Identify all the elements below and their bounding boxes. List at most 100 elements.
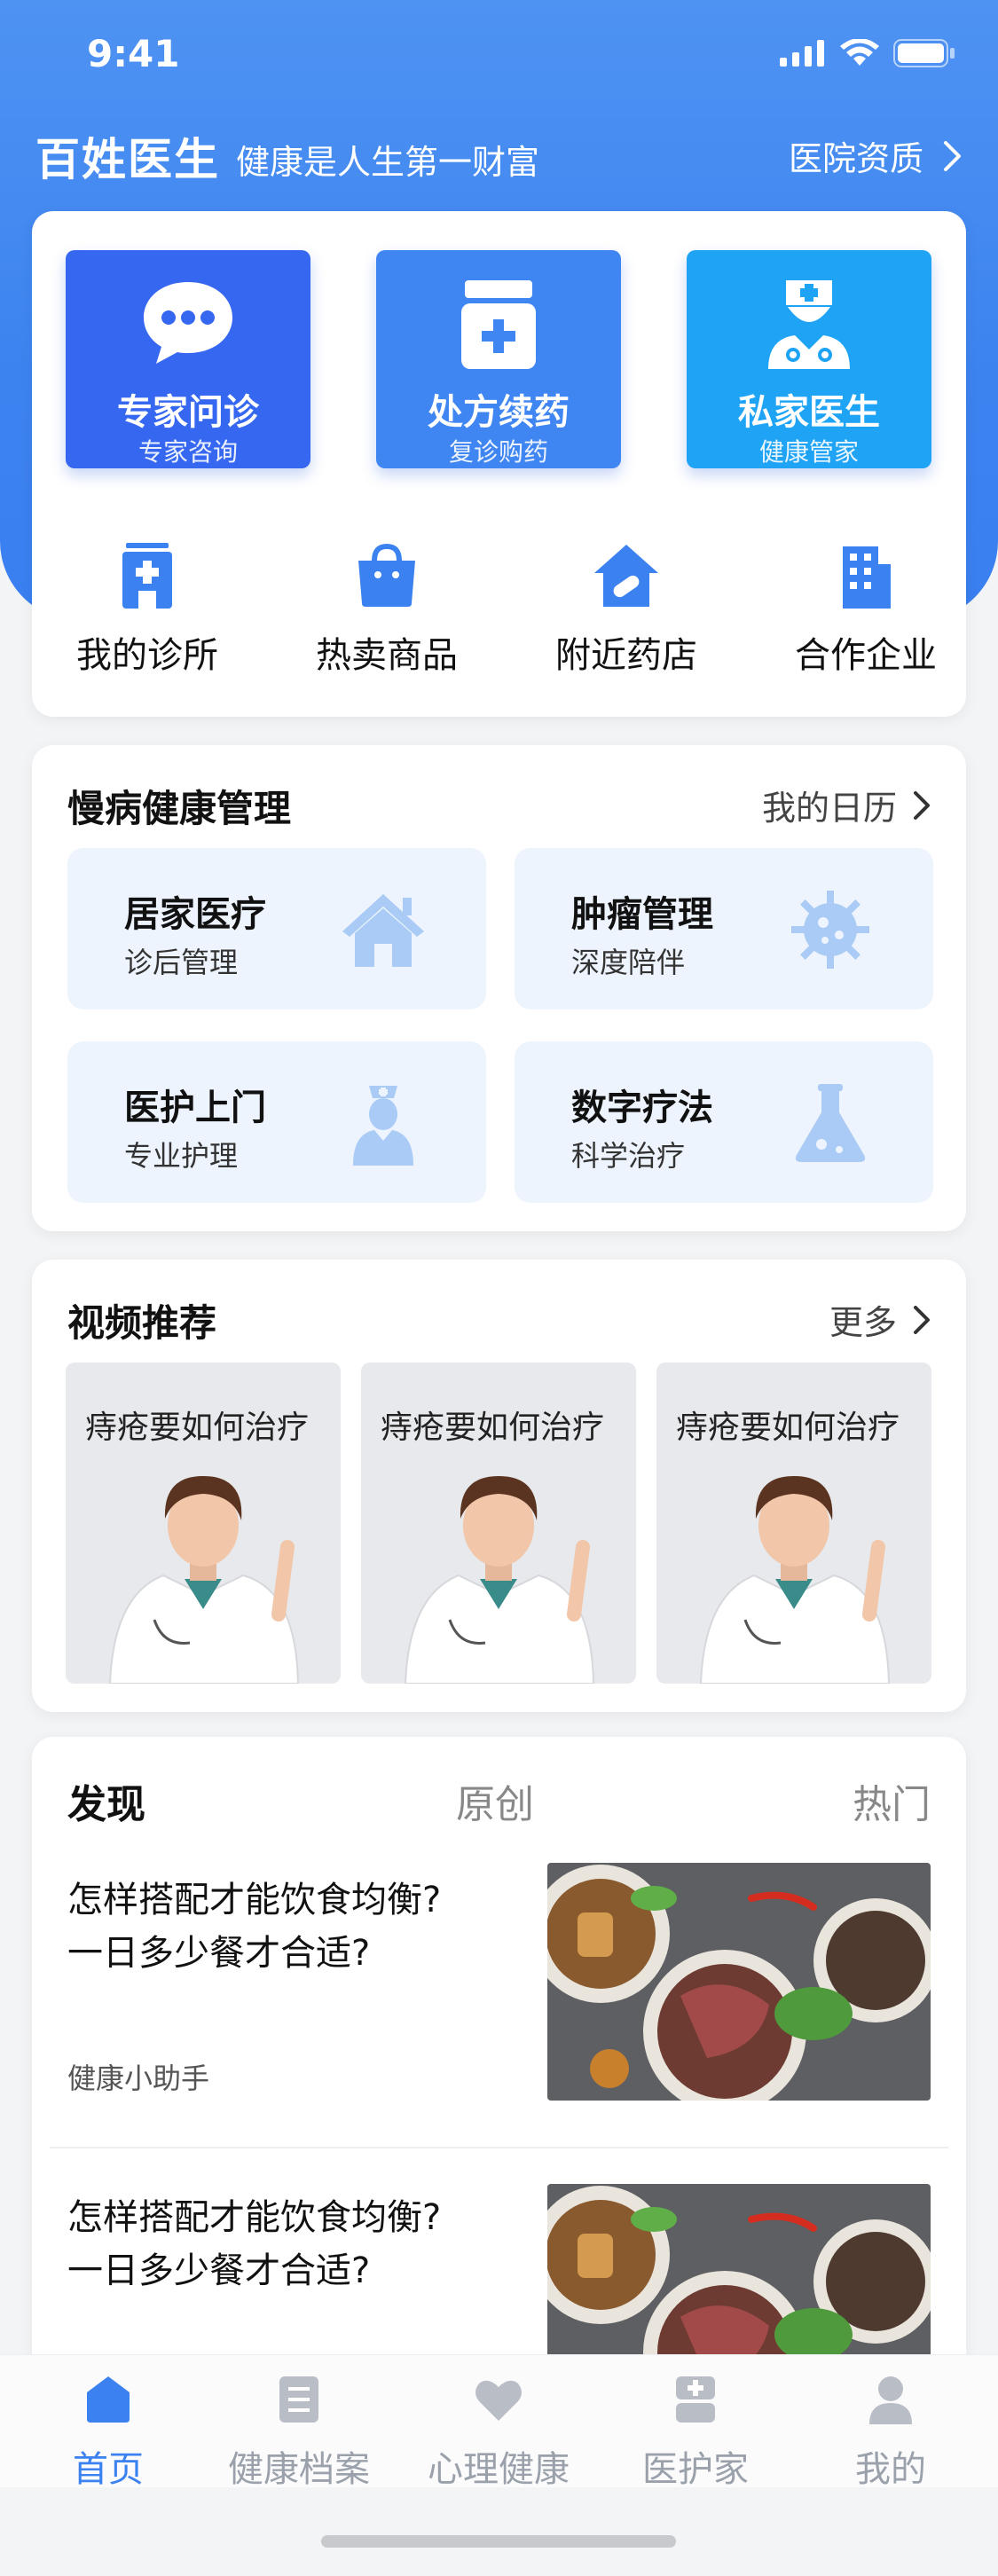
- prescription-refill-subtitle: 复诊购药: [448, 437, 548, 467]
- heart-icon: [475, 2380, 522, 2421]
- prescription-refill-button[interactable]: 处方续药 复诊购药: [376, 250, 621, 468]
- article-divider: [50, 2147, 948, 2148]
- tab-mental-health-label: 心理健康: [428, 2449, 570, 2490]
- home-care-tile[interactable]: 居家医疗 诊后管理: [67, 848, 486, 1009]
- nearby-pharmacy-label: 附近药店: [555, 635, 697, 676]
- battery-icon: [893, 39, 955, 67]
- digital-therapy-subtitle: 科学治疗: [571, 1139, 686, 1173]
- tab-health-records[interactable]: 健康档案: [210, 2373, 388, 2492]
- chronic-care-card: 慢病健康管理 我的日历 居家医疗 诊后管理 肿瘤管理 深度陪伴 医护上门 专业护…: [32, 745, 966, 1231]
- bottom-tab-bar: 首页 健康档案 心理健康 医护家 我的: [0, 2354, 998, 2490]
- home-nursing-tile[interactable]: 医护上门 专业护理: [67, 1041, 486, 1203]
- video-card[interactable]: 痔疮要如何治疗: [361, 1363, 636, 1684]
- tab-home-label: 首页: [73, 2449, 144, 2490]
- tumor-management-subtitle: 深度陪伴: [571, 946, 686, 979]
- digital-therapy-title: 数字疗法: [571, 1088, 713, 1128]
- more-videos-label: 更多: [829, 1303, 897, 1342]
- private-doctor-button[interactable]: 私家医生 健康管家: [687, 250, 931, 468]
- tumor-management-tile[interactable]: 肿瘤管理 深度陪伴: [515, 848, 933, 1009]
- flask-icon: [795, 1084, 866, 1162]
- article-title: 怎样搭配才能饮食均衡? 一日多少餐才合适?: [67, 1873, 493, 1980]
- doctor-thumbnail: [108, 1476, 300, 1684]
- house-icon: [342, 894, 424, 967]
- home-nursing-subtitle: 专业护理: [124, 1139, 239, 1173]
- article-title-line1: 怎样搭配才能饮食均衡?: [67, 1880, 442, 1920]
- status-time: 9:41: [87, 32, 180, 75]
- nearby-pharmacy-button[interactable]: 附近药店: [538, 539, 715, 678]
- wifi-icon: [840, 39, 879, 66]
- article-title-line2: 一日多少餐才合适?: [67, 2250, 371, 2291]
- user-icon: [869, 2376, 912, 2424]
- chat-bubble-icon: [144, 282, 232, 364]
- article-author: 健康小助手: [67, 2062, 210, 2095]
- home-care-subtitle: 诊后管理: [124, 946, 239, 979]
- nurse-icon: [353, 1086, 413, 1166]
- shopping-bag-icon: [358, 543, 415, 607]
- chevron-right-icon: [944, 140, 961, 171]
- article-title-line2: 一日多少餐才合适?: [67, 1933, 371, 1974]
- home-indicator-area: [0, 2487, 998, 2576]
- home-nursing-title: 医护上门: [124, 1088, 266, 1128]
- hospital-qualification-link[interactable]: 医院资质: [789, 131, 963, 180]
- private-doctor-subtitle: 健康管家: [758, 437, 859, 467]
- chevron-right-icon: [914, 790, 930, 820]
- prescription-refill-title: 处方续药: [428, 392, 570, 433]
- tumor-management-title: 肿瘤管理: [571, 894, 713, 935]
- home-care-title: 居家医疗: [124, 894, 266, 935]
- partner-companies-button[interactable]: 合作企业: [777, 539, 955, 678]
- video-card[interactable]: 痔疮要如何治疗: [656, 1363, 931, 1684]
- tab-hot[interactable]: 热门: [853, 1772, 931, 1829]
- tab-medical-care-label: 医护家: [642, 2449, 749, 2490]
- discover-title: 发现: [67, 1782, 145, 1827]
- document-icon: [279, 2376, 318, 2423]
- food-image: [547, 1863, 931, 2101]
- expert-consult-title: 专家问诊: [117, 392, 259, 433]
- chevron-right-icon: [914, 1305, 930, 1334]
- article-title: 怎样搭配才能饮食均衡? 一日多少餐才合适?: [67, 2191, 493, 2297]
- tab-home[interactable]: 首页: [20, 2373, 197, 2492]
- clinic-icon: [122, 543, 172, 609]
- status-bar: 9:41: [0, 0, 998, 106]
- my-clinic-label: 我的诊所: [76, 635, 218, 676]
- app-slogan: 健康是人生第一财富: [236, 143, 540, 182]
- video-card[interactable]: 痔疮要如何治疗: [66, 1363, 341, 1684]
- pharmacy-icon: [594, 545, 658, 607]
- tab-profile-label: 我的: [855, 2449, 926, 2490]
- discover-card: 发现 原创 热门 怎样搭配才能饮食均衡? 一日多少餐才合适? 健康小助手 怎样搭…: [32, 1737, 966, 2422]
- tab-mental-health[interactable]: 心理健康: [410, 2373, 587, 2492]
- private-doctor-title: 私家医生: [738, 392, 880, 433]
- more-videos-link[interactable]: 更多: [829, 1295, 931, 1344]
- app-name: 百姓医生: [35, 134, 220, 185]
- medical-kit-icon: [676, 2376, 715, 2423]
- expert-consult-subtitle: 专家咨询: [138, 437, 238, 467]
- doctor-thumbnail: [404, 1476, 595, 1684]
- hospital-link-label: 医院资质: [788, 139, 923, 178]
- digital-therapy-tile[interactable]: 数字疗法 科学治疗: [515, 1041, 933, 1203]
- tab-profile[interactable]: 我的: [802, 2373, 979, 2492]
- medicine-bottle-icon: [461, 280, 536, 369]
- home-icon: [87, 2376, 130, 2423]
- video-recommend-card: 视频推荐 更多 痔疮要如何治疗 痔疮要如何治疗 痔疮要如何治疗: [32, 1260, 966, 1712]
- hot-products-button[interactable]: 热卖商品: [298, 539, 475, 678]
- virus-icon: [791, 891, 869, 969]
- expert-consult-button[interactable]: 专家问诊 专家咨询: [66, 250, 310, 468]
- article-title-line1: 怎样搭配才能饮食均衡?: [67, 2197, 442, 2238]
- building-icon: [843, 546, 891, 609]
- tab-health-records-label: 健康档案: [228, 2449, 370, 2490]
- signal-icon: [780, 40, 824, 67]
- doctor-thumbnail: [699, 1476, 891, 1684]
- status-icons: [780, 39, 955, 67]
- doctor-icon: [768, 280, 850, 369]
- chronic-care-title: 慢病健康管理: [67, 787, 292, 830]
- my-calendar-label: 我的日历: [761, 789, 897, 828]
- tab-original[interactable]: 原创: [456, 1772, 534, 1829]
- hot-products-label: 热卖商品: [316, 635, 458, 676]
- tab-medical-care[interactable]: 医护家: [607, 2373, 784, 2492]
- my-clinic-button[interactable]: 我的诊所: [59, 539, 236, 678]
- home-indicator[interactable]: [321, 2535, 676, 2548]
- partner-companies-label: 合作企业: [795, 635, 937, 676]
- video-section-title: 视频推荐: [67, 1301, 217, 1345]
- services-card: 专家问诊 专家咨询 处方续药 复诊购药 私家医生 健康管家 我的诊所 热卖商品 …: [32, 211, 966, 717]
- my-calendar-link[interactable]: 我的日历: [762, 781, 931, 829]
- app-header: 百姓医生 健康是人生第一财富 医院资质: [35, 124, 963, 185]
